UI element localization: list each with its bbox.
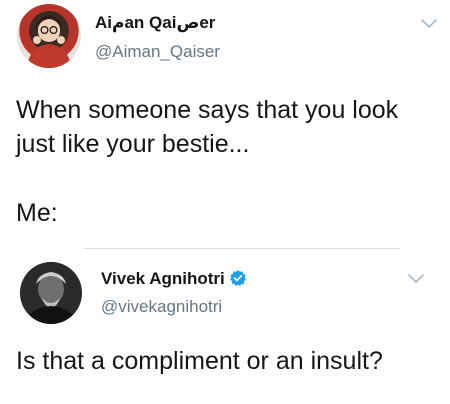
avatar[interactable] [20, 262, 82, 324]
quoted-tweet: Vivek Agnihotri @vivekagnihotri Is that … [0, 256, 450, 404]
tweet-text-line: When someone says that you look [16, 96, 399, 124]
tweet-text-line: just like your bestie... [16, 130, 250, 158]
avatar[interactable] [17, 4, 81, 68]
chevron-down-icon[interactable] [421, 18, 437, 30]
divider [84, 248, 400, 249]
display-name[interactable]: Vivek Agnihotri [101, 269, 225, 288]
display-name-row: Vivek Agnihotri [101, 269, 247, 289]
user-handle[interactable]: @Aiman_Qaiser [95, 42, 220, 62]
tweet-text-line: Me: [16, 199, 58, 227]
tweet-text: When someone says that you look just lik… [16, 93, 441, 161]
outer-tweet: Aiمan Qaiصer @Aiman_Qaiser When someone … [0, 0, 450, 240]
tweet-text: Is that a compliment or an insult? [16, 347, 383, 375]
chevron-down-icon[interactable] [408, 273, 424, 285]
profile-photo-icon [20, 262, 82, 324]
profile-photo-icon [27, 15, 71, 68]
display-name[interactable]: Aiمan Qaiصer [95, 13, 215, 33]
verified-badge-icon [229, 270, 246, 287]
user-handle[interactable]: @vivekagnihotri [101, 297, 222, 317]
